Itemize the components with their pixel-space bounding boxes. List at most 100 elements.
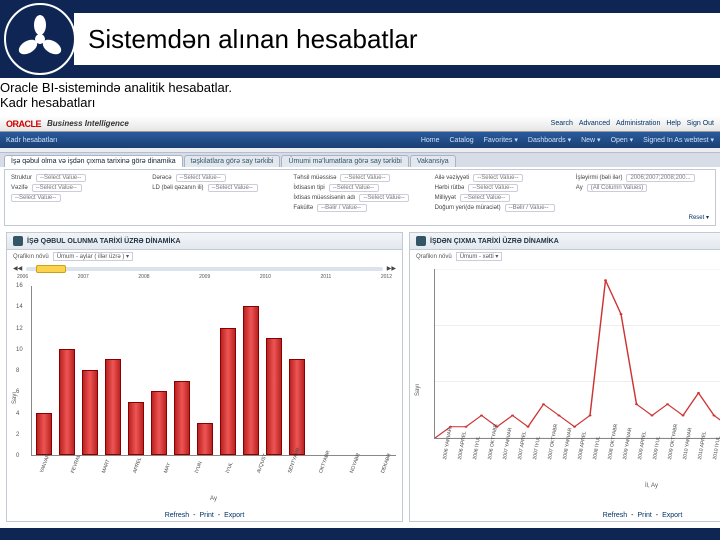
bar xyxy=(151,391,167,455)
year-slider[interactable]: ◀◀ ▶▶ xyxy=(7,263,402,274)
bar xyxy=(36,413,52,456)
filter-label: LD (bəli qəzanın ili) xyxy=(152,185,203,191)
slide-title: Sistemdən alınan hesabatlar xyxy=(74,13,720,65)
nav-open[interactable]: Open ▾ xyxy=(611,136,634,144)
nav-catalog[interactable]: Catalog xyxy=(450,137,474,144)
slider-prev-icon[interactable]: ◀◀ xyxy=(13,265,22,272)
filter-label: İxtisas müəssisənin adı xyxy=(293,195,355,201)
dashboard-tabs: İşə qəbul olma və işdən çıxma tarixinə g… xyxy=(0,153,720,167)
filter-select[interactable]: 2006;2007;2008;200... xyxy=(626,174,694,182)
bar xyxy=(105,359,121,455)
nav-signedin[interactable]: Signed In As webtest ▾ xyxy=(643,136,714,144)
panel-leave-dynamics: İŞDƏN ÇIXMA TARİXİ ÜZRƏ DİNAMİKA Qrafikı… xyxy=(409,232,720,522)
panel-footer: Refresh - Print - Export xyxy=(410,510,720,521)
bar xyxy=(266,338,282,455)
filter-select[interactable]: --Select Value-- xyxy=(208,184,258,192)
dashboard-nav-bar: Kadr hesabatları Home Catalog Favorites … xyxy=(0,132,720,148)
breadcrumb: Kadr hesabatları xyxy=(6,137,57,144)
slider-next-icon[interactable]: ▶▶ xyxy=(387,265,396,272)
filter-select[interactable]: --Select Value-- xyxy=(32,184,82,192)
subtitle-line-1: Oracle BI-sistemində analitik hesabatlar… xyxy=(0,80,720,95)
filter-select[interactable]: --Select Value-- xyxy=(340,174,390,182)
export-link[interactable]: Export xyxy=(224,512,244,519)
advanced-link[interactable]: Advanced xyxy=(579,120,610,127)
slider-thumb[interactable] xyxy=(36,265,66,273)
filter-select[interactable]: --Select Value-- xyxy=(36,174,86,182)
charts-row: İŞƏ QƏBUL OLUNMA TARİXİ ÜZRƏ DİNAMİKA Qr… xyxy=(0,228,720,528)
oracle-top-links: Search Advanced Administration Help Sign… xyxy=(551,120,720,127)
filter-reset[interactable]: Reset ▾ xyxy=(11,214,709,221)
bar-plot-area: 0246810121416 xyxy=(31,286,396,456)
logo-circle xyxy=(4,3,76,75)
nav-dashboards[interactable]: Dashboards ▾ xyxy=(528,136,571,144)
filter-select[interactable]: --Select Value-- xyxy=(473,174,523,182)
chart-type-label: Qrafikın növü xyxy=(13,254,49,260)
help-link[interactable]: Help xyxy=(666,120,680,127)
tab-dinamika[interactable]: İşə qəbul olma və işdən çıxma tarixinə g… xyxy=(4,155,183,167)
panel-title-text: İŞDƏN ÇIXMA TARİXİ ÜZRƏ DİNAMİKA xyxy=(430,238,559,245)
panel-title-text: İŞƏ QƏBUL OLUNMA TARİXİ ÜZRƏ DİNAMİKA xyxy=(27,238,181,245)
tab-umumi[interactable]: Ümumi mə'lumatlara görə say tərkibi xyxy=(281,155,408,167)
bar-x-axis: YANVARFEVRALMARTAPRELMAYİYUNİYULAVQUSTSE… xyxy=(31,458,396,478)
bar-chart: Sayı 0246810121416 YANVARFEVRALMARTAPREL… xyxy=(7,280,402,510)
print-link[interactable]: Print xyxy=(637,512,651,519)
print-link[interactable]: Print xyxy=(199,512,213,519)
line-x-axis: 2006 YANVAR2006 APREL2006 İYUL2006 OKTYA… xyxy=(434,441,720,465)
filter-label: Dərəcə xyxy=(152,175,171,181)
filter-label: İşləyirmi (bəli ilər) xyxy=(576,175,623,181)
filter-select[interactable]: --Bəlir / Value-- xyxy=(317,204,367,212)
line-plot-area: 051015 xyxy=(434,269,720,439)
nav-home[interactable]: Home xyxy=(421,137,440,144)
tab-teskilat[interactable]: təşkilatlara görə say tərkibi xyxy=(184,155,281,167)
filter-panel: Struktur--Select Value-- Dərəcə--Select … xyxy=(4,169,716,226)
flower-logo-icon xyxy=(14,13,66,65)
filter-label: Ailə vəziyyəti xyxy=(435,175,470,181)
filter-select[interactable]: --Select Value-- xyxy=(468,184,518,192)
bar xyxy=(243,306,259,455)
slider-track[interactable] xyxy=(26,267,383,271)
subtitle-line-2: Kadr hesabatları xyxy=(0,95,720,110)
panel-icon xyxy=(13,236,23,246)
filter-select[interactable]: --Select Value-- xyxy=(176,174,226,182)
filter-select[interactable]: --Select Value-- xyxy=(460,194,510,202)
chart-type-select[interactable]: Ümum - xətti ▾ xyxy=(456,252,503,261)
bar xyxy=(289,359,305,455)
panel-icon xyxy=(416,236,426,246)
slide-subtitle: Oracle BI-sistemində analitik hesabatlar… xyxy=(0,78,720,116)
x-axis-label: İl, Ay xyxy=(434,465,720,493)
product-label: Business Intelligence xyxy=(47,119,129,128)
signout-link[interactable]: Sign Out xyxy=(687,120,714,127)
oracle-brand-bar: ORACLE Business Intelligence Search Adva… xyxy=(0,116,720,132)
filter-label: Struktur xyxy=(11,175,32,181)
export-link[interactable]: Export xyxy=(662,512,682,519)
search-link[interactable]: Search xyxy=(551,120,573,127)
panel-footer: Refresh - Print - Export xyxy=(7,510,402,521)
bar xyxy=(128,402,144,455)
tab-vakansiya[interactable]: Vakansiya xyxy=(410,155,456,167)
line-svg: 051015 xyxy=(435,269,720,438)
filter-select[interactable]: --Select Value-- xyxy=(329,184,379,192)
filter-select[interactable]: --Bəlir / Value-- xyxy=(505,204,555,212)
filter-select[interactable]: --Select Value-- xyxy=(11,194,61,202)
filter-select[interactable]: (All Column Values) xyxy=(587,184,648,192)
filter-label: Hərbi rütbə xyxy=(435,185,465,191)
panel-hire-dynamics: İŞƏ QƏBUL OLUNMA TARİXİ ÜZRƏ DİNAMİKA Qr… xyxy=(6,232,403,522)
refresh-link[interactable]: Refresh xyxy=(165,512,190,519)
bar xyxy=(220,328,236,456)
bar xyxy=(59,349,75,455)
x-axis-label: Ay xyxy=(31,478,396,506)
chart-type-label: Qrafikın növü xyxy=(416,254,452,260)
refresh-link[interactable]: Refresh xyxy=(603,512,628,519)
y-axis-label: Sayı xyxy=(415,383,421,395)
filter-label: Doğum yeri(də müraciət) xyxy=(435,205,501,211)
filter-label: İxtisasın tipi xyxy=(293,185,324,191)
nav-favorites[interactable]: Favorites ▾ xyxy=(484,136,518,144)
administration-link[interactable]: Administration xyxy=(616,120,660,127)
bar xyxy=(174,381,190,455)
filter-label: Təhsil müəssisə xyxy=(293,175,336,181)
chart-type-select[interactable]: Ümum - aylar ( illər üzrə ) ▾ xyxy=(53,252,133,261)
nav-new[interactable]: New ▾ xyxy=(581,136,600,144)
filter-select[interactable]: --Select Value-- xyxy=(359,194,409,202)
filter-label: Vəzifə xyxy=(11,185,28,191)
filter-label: Ay xyxy=(576,185,583,191)
